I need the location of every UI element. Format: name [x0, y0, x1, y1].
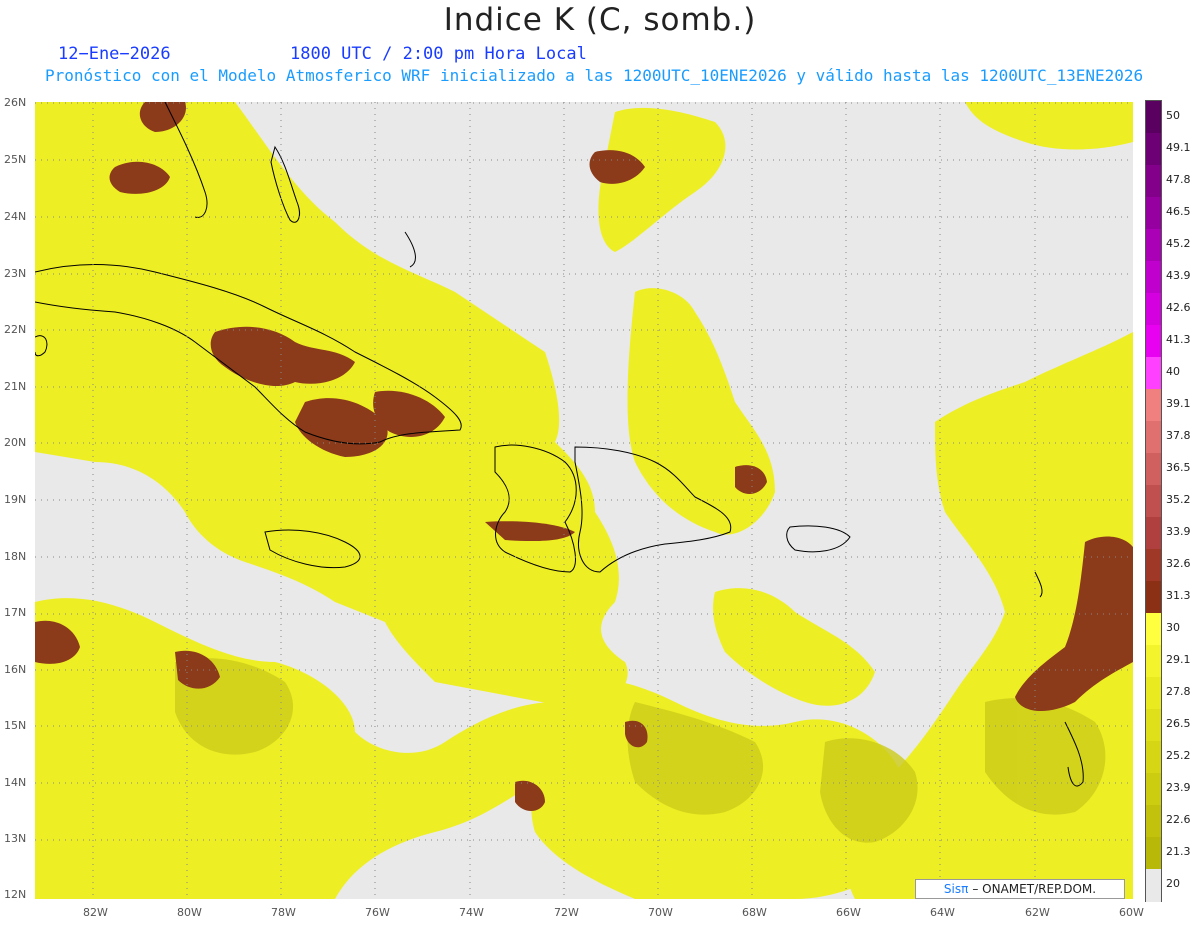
legend-label: 20	[1166, 877, 1180, 890]
legend-swatch	[1146, 197, 1161, 230]
lat-label: 12N	[4, 888, 27, 901]
sispi-logo: Sisπ	[943, 882, 969, 896]
lon-label: 70W	[648, 906, 673, 919]
legend-swatch	[1146, 869, 1161, 902]
legend-swatch	[1146, 421, 1161, 454]
forecast-time: 1800 UTC / 2:00 pm Hora Local	[290, 44, 587, 64]
lon-label: 60W	[1119, 906, 1144, 919]
legend-label: 45.2	[1166, 237, 1191, 250]
legend-swatch	[1146, 389, 1161, 422]
legend-swatch	[1146, 325, 1161, 358]
legend-label: 26.5	[1166, 717, 1191, 730]
lon-label: 68W	[742, 906, 767, 919]
lon-label: 62W	[1025, 906, 1050, 919]
legend-label: 31.3	[1166, 589, 1191, 602]
lat-label: 18N	[4, 550, 27, 563]
lat-label: 26N	[4, 96, 27, 109]
legend-label: 42.6	[1166, 301, 1191, 314]
legend-swatch	[1146, 805, 1161, 838]
legend-label: 36.5	[1166, 461, 1191, 474]
forecast-date: 12−Ene−2026	[58, 44, 171, 64]
lon-label: 76W	[365, 906, 390, 919]
legend-label: 39.1	[1166, 397, 1191, 410]
legend-swatch	[1146, 549, 1161, 582]
legend-label: 29.1	[1166, 653, 1191, 666]
legend-label: 30	[1166, 621, 1180, 634]
legend-swatch	[1146, 837, 1161, 870]
credit-box: Sisπ – ONAMET/REP.DOM.	[915, 879, 1125, 899]
legend-label: 33.9	[1166, 525, 1191, 538]
legend-swatch	[1146, 485, 1161, 518]
model-description: Pronóstico con el Modelo Atmosferico WRF…	[45, 66, 1144, 85]
lat-label: 21N	[4, 380, 27, 393]
lon-label: 72W	[554, 906, 579, 919]
color-legend	[1145, 100, 1162, 902]
legend-swatch	[1146, 453, 1161, 486]
lon-label: 74W	[459, 906, 484, 919]
legend-swatch	[1146, 773, 1161, 806]
legend-swatch	[1146, 261, 1161, 294]
lat-label: 25N	[4, 153, 27, 166]
legend-label: 46.5	[1166, 205, 1191, 218]
lat-label: 23N	[4, 267, 27, 280]
legend-label: 25.2	[1166, 749, 1191, 762]
lat-label: 16N	[4, 663, 27, 676]
lon-label: 80W	[177, 906, 202, 919]
legend-label: 43.9	[1166, 269, 1191, 282]
field-yellow	[35, 102, 1133, 899]
legend-swatch	[1146, 581, 1161, 614]
legend-label: 47.8	[1166, 173, 1191, 186]
map-title: Indice K (C, somb.)	[443, 2, 757, 38]
legend-label: 22.6	[1166, 813, 1191, 826]
legend-label: 41.3	[1166, 333, 1191, 346]
legend-swatch	[1146, 677, 1161, 710]
legend-label: 32.6	[1166, 557, 1191, 570]
legend-swatch	[1146, 645, 1161, 678]
legend-label: 49.1	[1166, 141, 1191, 154]
lat-label: 13N	[4, 832, 27, 845]
lat-label: 24N	[4, 210, 27, 223]
legend-swatch	[1146, 709, 1161, 742]
legend-label: 27.8	[1166, 685, 1191, 698]
lat-label: 19N	[4, 493, 27, 506]
lat-label: 14N	[4, 776, 27, 789]
legend-swatch	[1146, 165, 1161, 198]
lon-label: 64W	[930, 906, 955, 919]
lat-label: 20N	[4, 436, 27, 449]
legend-swatch	[1146, 517, 1161, 550]
map-canvas	[35, 102, 1133, 899]
legend-label: 23.9	[1166, 781, 1191, 794]
k-index-map[interactable]	[35, 102, 1133, 899]
legend-label: 37.8	[1166, 429, 1191, 442]
legend-label: 35.2	[1166, 493, 1191, 506]
lon-label: 82W	[83, 906, 108, 919]
lon-label: 78W	[271, 906, 296, 919]
legend-label: 40	[1166, 365, 1180, 378]
legend-swatch	[1146, 293, 1161, 326]
legend-label: 50	[1166, 109, 1180, 122]
legend-swatch	[1146, 357, 1161, 390]
credit-text: – ONAMET/REP.DOM.	[972, 882, 1097, 896]
legend-swatch	[1146, 613, 1161, 646]
lon-label: 66W	[836, 906, 861, 919]
legend-label: 21.3	[1166, 845, 1191, 858]
legend-swatch	[1146, 101, 1161, 134]
lat-label: 22N	[4, 323, 27, 336]
legend-swatch	[1146, 229, 1161, 262]
legend-swatch	[1146, 133, 1161, 166]
lat-label: 17N	[4, 606, 27, 619]
lat-label: 15N	[4, 719, 27, 732]
legend-swatch	[1146, 741, 1161, 774]
